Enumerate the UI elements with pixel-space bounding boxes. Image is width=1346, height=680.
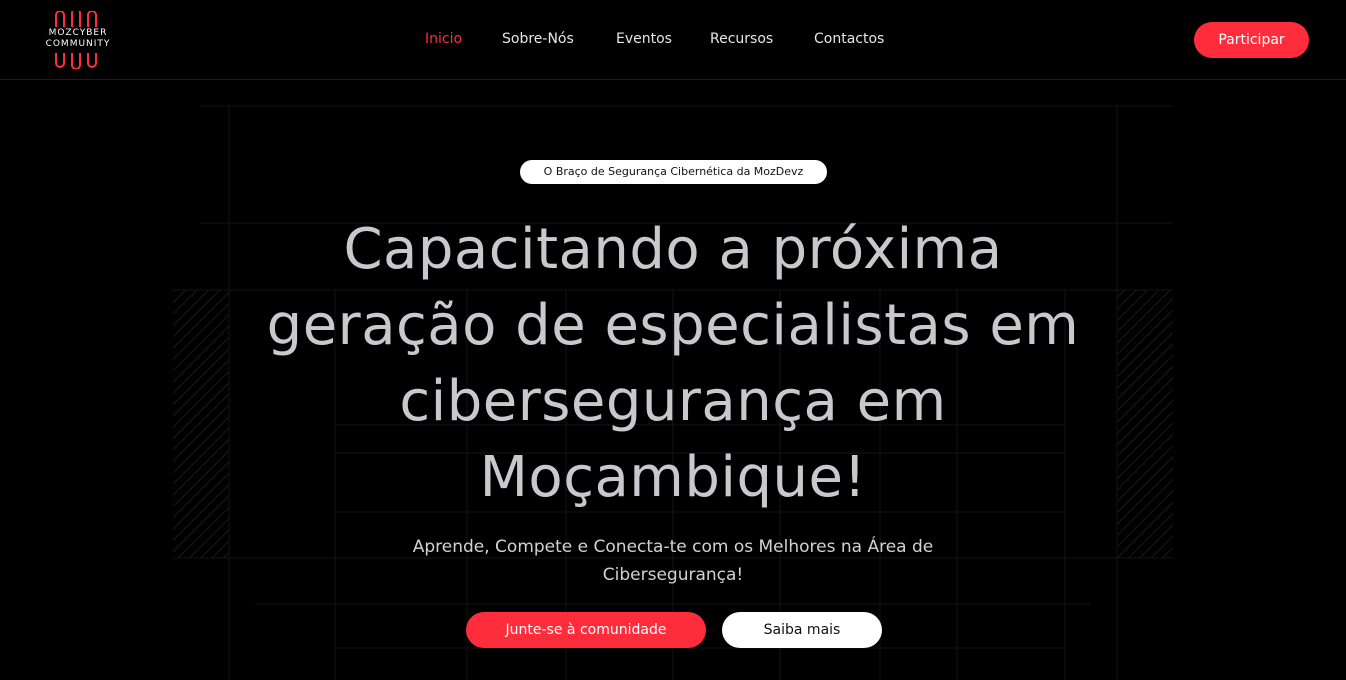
nav-item-inicio[interactable]: Inicio <box>425 31 462 47</box>
page: MOZCYBER COMMUNITY Inicio Sobre-Nós Even… <box>0 0 1346 680</box>
hero-title-line: Moçambique! <box>479 445 867 510</box>
hero-subtitle: Aprende, Compete e Conecta-te com os Mel… <box>373 533 973 589</box>
hero-title-line: cibersegurança em <box>399 369 947 434</box>
logo-text-line1: MOZCYBER <box>48 28 108 38</box>
hero-badge: O Braço de Segurança Cibernética da MozD… <box>520 160 827 184</box>
hero-title: Capacitando a próxima geração de especia… <box>173 212 1173 516</box>
learn-more-button[interactable]: Saiba mais <box>722 612 882 648</box>
hero-subtitle-line: Aprende, Compete e Conecta-te com os Mel… <box>412 537 934 557</box>
participar-button[interactable]: Participar <box>1194 22 1309 58</box>
hero-title-line: geração de especialistas em <box>266 293 1080 358</box>
hero-subtitle-line: Cibersegurança! <box>602 565 744 585</box>
join-community-button[interactable]: Junte-se à comunidade <box>466 612 706 648</box>
logo[interactable]: MOZCYBER COMMUNITY <box>36 11 120 69</box>
nav-item-sobre-nos[interactable]: Sobre-Nós <box>502 31 574 47</box>
nav-item-eventos[interactable]: Eventos <box>616 31 672 47</box>
nav-item-contactos[interactable]: Contactos <box>814 31 884 47</box>
navbar: MOZCYBER COMMUNITY Inicio Sobre-Nós Even… <box>0 0 1346 80</box>
nav-item-recursos[interactable]: Recursos <box>710 31 773 47</box>
hero-title-line: Capacitando a próxima <box>343 217 1003 282</box>
logo-text-line2: COMMUNITY <box>45 39 111 49</box>
